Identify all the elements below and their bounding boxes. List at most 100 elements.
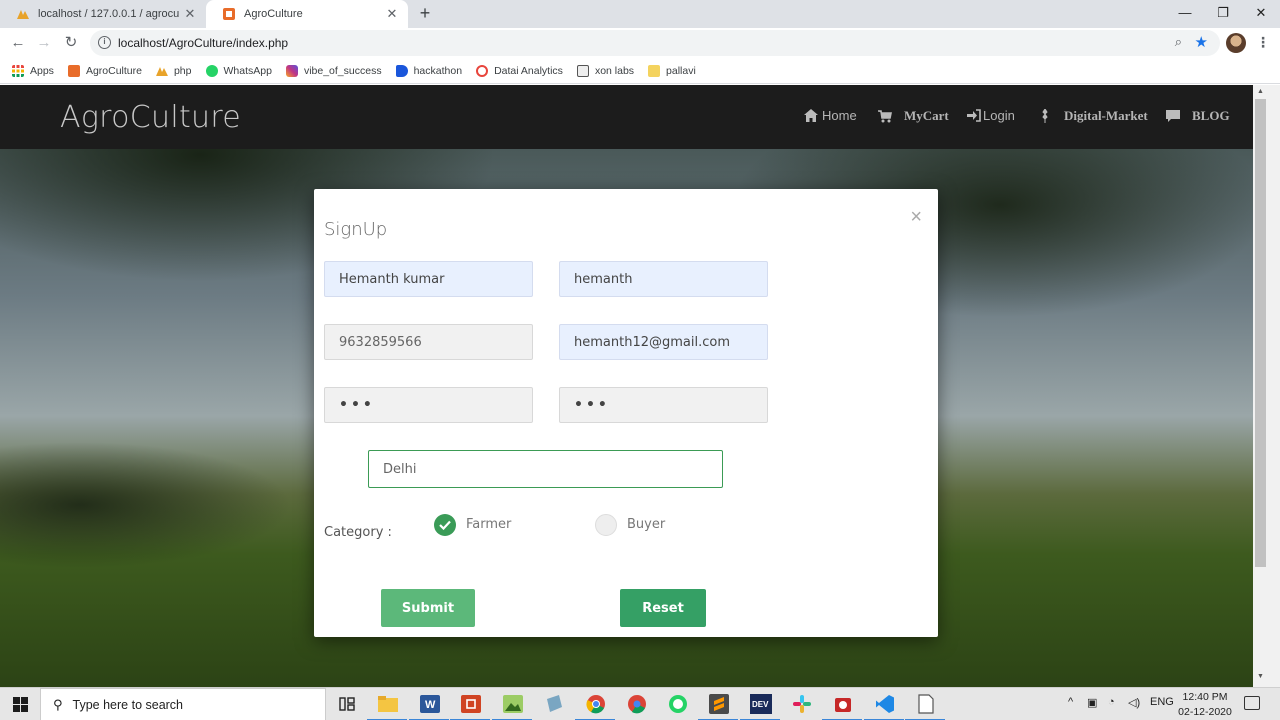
url-text[interactable]: localhost/AgroCulture/index.php — [118, 36, 288, 50]
wifi-icon[interactable]: ◔ — [1108, 696, 1115, 708]
tab-close-icon[interactable]: ✕ — [382, 6, 402, 22]
profile-avatar[interactable] — [1226, 33, 1246, 53]
bookmark-agroculture[interactable]: AgroCulture — [67, 64, 142, 77]
nav-mycart[interactable]: MyCart — [878, 108, 949, 124]
clock-date: 02-12-2020 — [1178, 706, 1232, 718]
file-explorer-icon[interactable] — [367, 692, 407, 720]
nav-blog[interactable]: BLOG — [1166, 108, 1230, 124]
forward-arrow-icon[interactable]: → — [34, 33, 54, 53]
taskbar-search-box[interactable]: ⚲ Type here to search — [40, 688, 326, 720]
modal-title: SignUp — [324, 219, 388, 240]
address-bar[interactable]: i localhost/AgroCulture/index.php ⌕ ★ — [90, 30, 1220, 56]
tab-agroculture[interactable]: AgroCulture ✕ — [206, 0, 408, 28]
minimize-button[interactable]: — — [1166, 0, 1204, 28]
bookmark-hackathon[interactable]: hackathon — [395, 64, 463, 77]
bookmarks-bar: Apps AgroCulture php WhatsApp vibe_of_su… — [0, 58, 1280, 84]
taskbar-clock[interactable]: 12:40 PM 02-12-2020 — [1172, 691, 1238, 719]
bookmark-label: WhatsApp — [223, 64, 272, 77]
tab-close-icon[interactable]: ✕ — [180, 6, 200, 22]
page-scrollbar[interactable]: ▲ ▼ — [1253, 85, 1280, 687]
new-tab-button[interactable]: + — [414, 3, 436, 24]
whatsapp-app-icon[interactable] — [665, 692, 691, 716]
bookmark-datai-analytics[interactable]: Datai Analytics — [476, 64, 563, 77]
chrome-profile-icon[interactable] — [624, 692, 650, 716]
bookmark-label: php — [173, 64, 192, 77]
task-view-icon[interactable] — [334, 692, 360, 716]
bookmark-apps[interactable]: Apps — [12, 64, 54, 77]
submit-button[interactable]: Submit — [381, 589, 475, 627]
windows-logo-icon — [12, 697, 28, 712]
xon-labs-icon — [576, 64, 589, 77]
nav-label: Home — [822, 108, 857, 123]
buyer-radio[interactable] — [595, 514, 617, 536]
zoom-icon[interactable]: ⌕ — [1175, 34, 1182, 50]
svg-text:DEV: DEV — [752, 700, 769, 709]
bookmark-php[interactable]: php — [155, 64, 192, 77]
nav-login[interactable]: Login — [967, 108, 1015, 123]
nav-home[interactable]: Home — [804, 108, 857, 123]
farmer-radio[interactable] — [434, 514, 456, 536]
confirm-password-field[interactable]: ••• — [559, 387, 768, 423]
window-close-button[interactable]: ✕ — [1242, 0, 1280, 28]
network-status-icon[interactable]: ▣ — [1087, 696, 1097, 709]
datai-icon — [476, 64, 489, 77]
address-field[interactable]: Delhi — [368, 450, 723, 488]
blank-document-icon[interactable] — [905, 692, 945, 720]
photos-icon[interactable] — [492, 692, 532, 720]
volume-icon[interactable]: ◁) — [1128, 696, 1140, 709]
slack-icon[interactable] — [789, 692, 815, 716]
bookmark-label: Apps — [30, 64, 54, 77]
scroll-up-arrow-icon[interactable]: ▲ — [1255, 88, 1266, 95]
username-field[interactable]: hemanth — [559, 261, 768, 297]
word-icon[interactable]: W — [409, 692, 449, 720]
bookmark-vibe-of-success[interactable]: vibe_of_success — [285, 64, 382, 77]
bookmark-star-icon[interactable]: ★ — [1195, 33, 1208, 51]
reload-icon[interactable]: ↻ — [61, 33, 81, 53]
clock-time: 12:40 PM — [1182, 691, 1228, 703]
devcpp-icon[interactable]: DEV — [740, 692, 780, 720]
page-viewport: AgroCulture Home MyCart Login Digital-Ma… — [0, 85, 1253, 687]
folder-icon — [648, 64, 661, 77]
notification-center-icon[interactable] — [1244, 696, 1260, 710]
svg-text:W: W — [425, 699, 436, 711]
bookmark-xon-labs[interactable]: xon labs — [576, 64, 634, 77]
scroll-down-arrow-icon[interactable]: ▼ — [1255, 673, 1266, 680]
login-icon — [967, 109, 981, 122]
email-field[interactable]: hemanth12@gmail.com — [559, 324, 768, 360]
powerpoint-icon[interactable] — [450, 692, 490, 720]
farmer-radio-label[interactable]: Farmer — [466, 517, 511, 532]
chrome-icon[interactable] — [575, 692, 615, 720]
nav-label: Digital-Market — [1064, 108, 1148, 123]
nav-label: MyCart — [904, 108, 949, 123]
site-brand[interactable]: AgroCulture — [60, 100, 241, 135]
back-arrow-icon[interactable]: ← — [8, 33, 28, 53]
reset-button[interactable]: Reset — [620, 589, 706, 627]
bookmark-pallavi[interactable]: pallavi — [648, 64, 696, 77]
name-field[interactable]: Hemanth kumar — [324, 261, 533, 297]
tab-phpmyadmin[interactable]: localhost / 127.0.0.1 / agroculture ✕ — [0, 0, 206, 28]
notepad-icon[interactable] — [541, 692, 567, 716]
start-button[interactable] — [0, 688, 40, 720]
show-hidden-icons-icon[interactable]: ^ — [1068, 696, 1073, 708]
nav-digital-market[interactable]: Digital-Market — [1040, 108, 1148, 124]
tab-title: AgroCulture — [244, 8, 303, 20]
tab-title: localhost / 127.0.0.1 / agroculture — [38, 8, 180, 20]
buyer-radio-label[interactable]: Buyer — [627, 517, 665, 532]
bookmark-whatsapp[interactable]: WhatsApp — [205, 64, 272, 77]
close-icon[interactable]: × — [910, 207, 922, 227]
instagram-icon — [285, 64, 298, 77]
windows-taskbar: ⚲ Type here to search W DEV ^ ▣ ◔ ◁) ENG… — [0, 687, 1280, 720]
password-field[interactable]: ••• — [324, 387, 533, 423]
snipping-tool-icon[interactable] — [822, 692, 862, 720]
browser-menu-icon[interactable]: ⋮ — [1256, 34, 1270, 51]
maximize-button[interactable]: ❐ — [1204, 0, 1242, 28]
bookmark-label: hackathon — [413, 64, 463, 77]
mobile-field[interactable]: 9632859566 — [324, 324, 533, 360]
cart-icon — [878, 109, 892, 122]
scrollbar-thumb[interactable] — [1255, 99, 1266, 567]
nav-label: BLOG — [1192, 108, 1230, 123]
vscode-icon[interactable] — [864, 692, 904, 720]
site-info-icon[interactable]: i — [98, 36, 111, 49]
language-indicator[interactable]: ENG — [1150, 696, 1174, 708]
sublime-text-icon[interactable] — [698, 692, 738, 720]
